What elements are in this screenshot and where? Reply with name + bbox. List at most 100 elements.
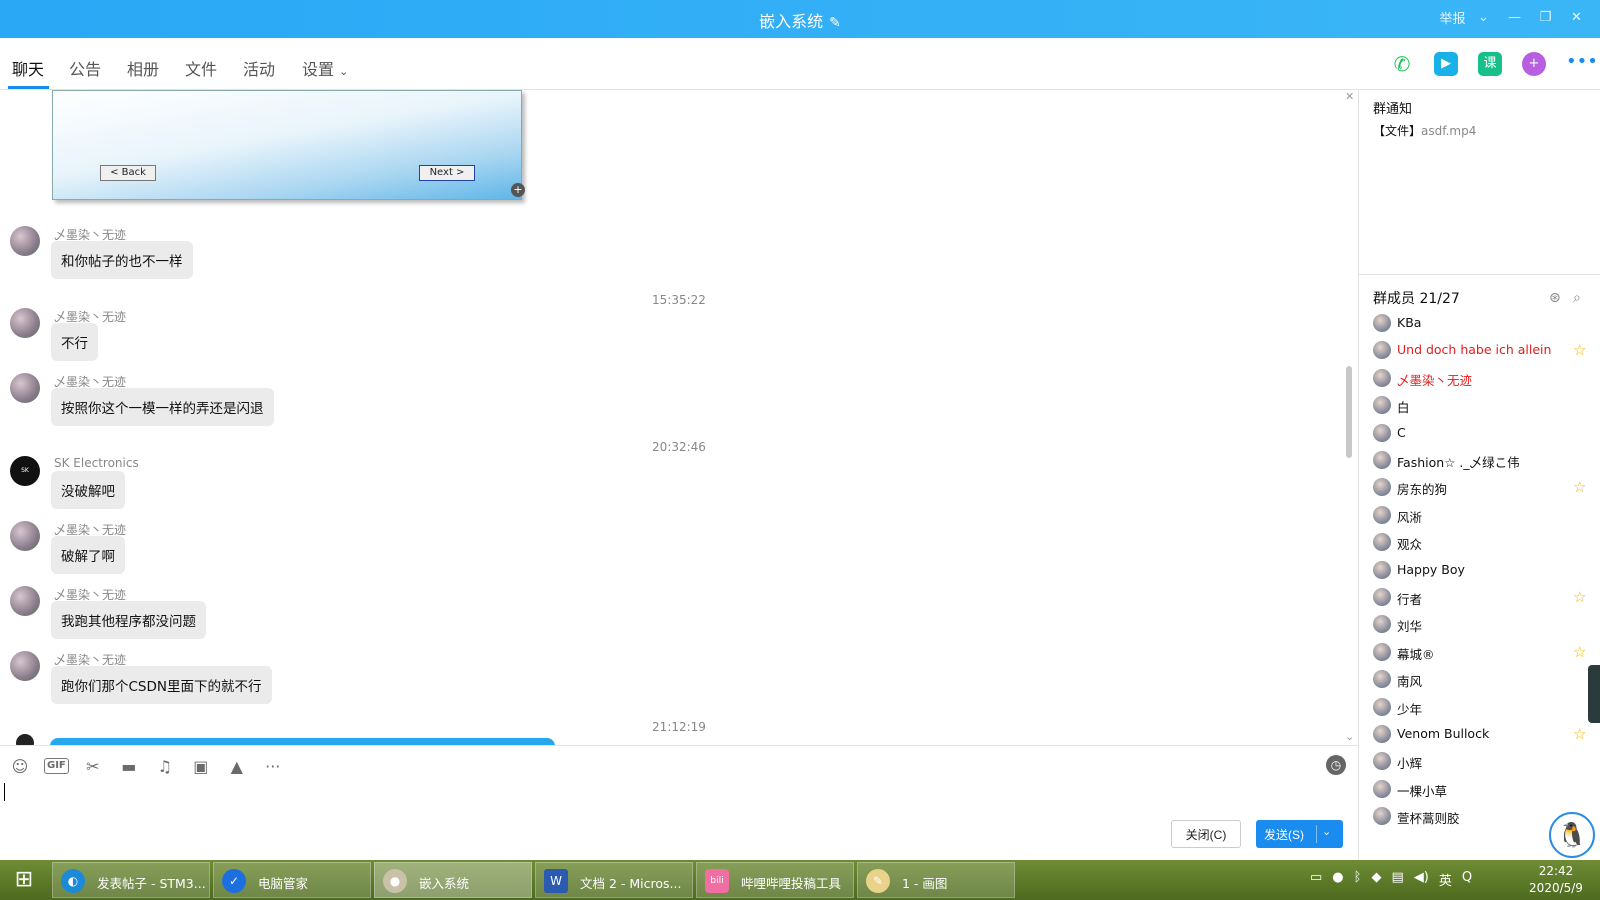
member-avatar[interactable] [1373,752,1391,771]
volume-icon[interactable]: ◀) [1414,870,1429,889]
member-item[interactable]: 小辉 [1373,750,1593,772]
member-avatar[interactable] [1373,505,1391,524]
bluetooth-icon[interactable]: ᛒ [1354,870,1362,889]
chevron-down-icon[interactable]: ⌄ [1345,730,1354,743]
member-item[interactable]: C [1373,422,1593,444]
member-avatar[interactable] [1373,588,1391,606]
member-avatar[interactable] [1373,670,1391,689]
message-bubble-partial[interactable] [50,738,555,745]
side-scroll-handle[interactable] [1588,665,1600,723]
scissors-icon[interactable]: ✂ [81,757,105,776]
penguin-icon[interactable]: 🐧 [1549,812,1595,858]
image-icon[interactable]: ▣ [189,757,213,776]
member-avatar[interactable] [1373,807,1391,826]
send-button[interactable]: 发送(S) ⌄ [1256,820,1343,848]
bilibili-tray-icon[interactable]: ▭ [1310,870,1322,889]
message-bubble[interactable]: 和你帖子的也不一样 [51,241,193,279]
member-item[interactable]: 一棵小草 [1373,778,1593,800]
search-icon[interactable]: ⌕ [1573,290,1581,306]
music-icon[interactable]: ♫ [153,757,177,776]
taskbar-item-qq-group[interactable]: ● 嵌入系统 [374,862,532,898]
member-avatar[interactable] [1373,368,1391,387]
close-icon[interactable]: ✕ [1345,90,1354,103]
member-avatar[interactable] [1373,725,1391,743]
more-icon[interactable]: ··· [261,757,285,776]
shared-screenshot-image[interactable]: < Back Next > [52,90,522,200]
tab-activity[interactable]: 活动 [243,56,275,80]
member-item[interactable]: Fashion☆ ._乄绿こ伟 [1373,449,1593,471]
shield-tray-icon[interactable]: ◆ [1371,870,1381,889]
taskbar-clock[interactable]: 22:42 2020/5/9 [1516,863,1596,897]
member-avatar[interactable] [1373,533,1391,552]
message-bubble[interactable]: 我跑其他程序都没问题 [51,601,206,639]
more-options-icon[interactable]: ••• [1566,52,1598,76]
course-button[interactable]: 课 [1478,52,1502,76]
minimize-button[interactable]: — [1499,10,1530,25]
taskbar-item-word[interactable]: W 文档 2 - Micros... [535,862,693,898]
qq-tray-icon[interactable]: ● [1332,870,1343,889]
tab-files[interactable]: 文件 [185,56,217,80]
member-item[interactable]: 幕城® ☆ [1373,641,1593,663]
member-avatar[interactable] [1373,396,1391,415]
member-item[interactable]: Und doch habe ich allein ☆ [1373,339,1593,361]
search-tray-icon[interactable]: Q [1462,870,1472,889]
avatar[interactable] [10,226,40,256]
menu-dropdown-icon[interactable]: ⌄ [1468,10,1499,25]
member-item[interactable]: 乄墨染丶无迹 [1373,367,1593,389]
avatar[interactable] [10,651,40,681]
history-clock-icon[interactable]: ◷ [1326,755,1346,775]
taskbar-item-paint[interactable]: ✎ 1 - 画图 [857,862,1015,898]
taskbar-item-pc-manager[interactable]: ✓ 电脑管家 [213,862,371,898]
member-avatar[interactable] [1373,341,1391,360]
member-item[interactable]: 刘华 [1373,613,1593,635]
chat-scrollbar[interactable] [1346,366,1352,458]
emoji-icon[interactable]: ☺ [8,757,32,776]
tab-settings[interactable]: 设置 ⌄ [302,56,348,80]
group-notice-file[interactable]: 【文件】asdf.mp4 [1373,122,1476,139]
member-avatar[interactable] [1373,560,1391,579]
member-item[interactable]: Venom Bullock ☆ [1373,723,1593,745]
bell-icon[interactable]: ▲ [225,757,249,776]
avatar[interactable] [10,373,40,403]
member-item[interactable]: 行者 ☆ [1373,586,1593,608]
message-bubble[interactable]: 破解了啊 [51,536,125,574]
chat-message-area[interactable]: < Back Next > + 乄墨染丶无迹 和你帖子的也不一样 15:35:2… [0,90,1358,745]
video-call-icon[interactable]: ▶ [1434,52,1458,76]
message-bubble[interactable]: 跑你们那个CSDN里面下的就不行 [51,666,272,704]
tab-album[interactable]: 相册 [127,56,159,80]
member-item[interactable]: 南风 [1373,668,1593,690]
report-link[interactable]: 举报 [1437,8,1468,27]
avatar[interactable] [10,586,40,616]
tab-announcement[interactable]: 公告 [69,56,101,80]
member-item[interactable]: KBa [1373,312,1593,334]
message-bubble[interactable]: 没破解吧 [51,471,125,509]
voice-call-icon[interactable]: ✆ [1390,52,1414,76]
taskbar-item-bilibili[interactable]: bili 哔哩哔哩投稿工具 [696,862,854,898]
avatar[interactable]: SK [10,456,40,486]
add-member-icon[interactable]: ⊛ [1549,290,1561,306]
member-avatar[interactable] [1373,697,1391,716]
message-bubble[interactable]: 不行 [51,323,98,361]
add-app-icon[interactable]: + [1522,52,1546,76]
message-bubble[interactable]: 按照你这个一模一样的弄还是闪退 [51,388,274,426]
gif-icon[interactable]: GIF [44,758,69,774]
member-avatar[interactable] [1373,615,1391,634]
network-icon[interactable]: ▤ [1391,870,1403,889]
member-avatar[interactable] [1373,314,1391,332]
windows-start-icon[interactable]: ⊞ [0,860,48,900]
folder-icon[interactable]: ▬ [117,757,141,776]
member-item[interactable]: 风淅 [1373,504,1593,526]
avatar[interactable] [10,521,40,551]
zoom-in-icon[interactable]: + [511,183,525,197]
taskbar-item-browser[interactable]: ◐ 发表帖子 - STM3... [52,862,210,898]
member-avatar[interactable] [1373,642,1391,661]
tab-chat[interactable]: 聊天 [12,56,44,80]
member-item[interactable]: 观众 [1373,531,1593,553]
restore-button[interactable]: ❐ [1530,10,1561,25]
ime-language-indicator[interactable]: 英 [1439,870,1452,889]
text-input-caret[interactable] [4,783,5,801]
member-avatar[interactable] [1373,423,1391,442]
member-item[interactable]: 白 [1373,394,1593,416]
member-item[interactable]: 少年 [1373,696,1593,718]
edit-name-icon[interactable]: ✎ [829,15,841,31]
